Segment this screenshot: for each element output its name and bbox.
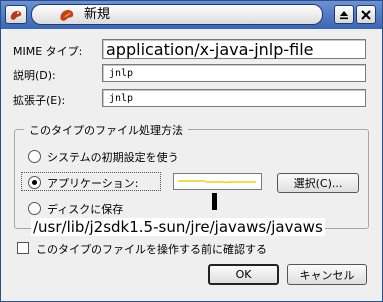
mime-type-label: MIME タイプ:: [13, 45, 83, 58]
shade-up-button[interactable]: [334, 5, 354, 24]
handling-group-title: このタイプのファイル処理方法: [24, 122, 188, 138]
extension-field[interactable]: jnlp: [102, 89, 366, 107]
option-save-label[interactable]: ディスクに保存: [47, 201, 123, 217]
shade-up-icon: [340, 10, 348, 19]
window-menu-button[interactable]: [5, 5, 27, 24]
option-default-label[interactable]: システムの初期設定を使う: [47, 149, 179, 165]
firefox-app-icon: [60, 10, 74, 21]
new-mime-type-dialog: 新規 MIME タイプ: application/x-java-jnlp-fil…: [0, 0, 383, 302]
application-path: /usr/lib/j2sdk1.5-sun/jre/javaws/javaws: [31, 218, 325, 236]
confirm-label[interactable]: このタイプのファイルを操作する前に確認する: [36, 241, 267, 257]
radio-application[interactable]: [28, 176, 41, 189]
option-application-label[interactable]: アプリケーション:: [47, 175, 139, 191]
application-preview: [173, 173, 262, 190]
app-menu-icon: [10, 10, 22, 20]
title-pill: 新規: [31, 4, 323, 25]
close-button[interactable]: [356, 5, 376, 24]
window-title: 新規: [84, 7, 111, 22]
description-field[interactable]: jnlp: [102, 64, 366, 82]
title-bar: 新規: [1, 1, 382, 29]
cancel-button[interactable]: キャンセル: [287, 264, 367, 285]
confirm-checkbox[interactable]: [17, 242, 29, 254]
preview-line: [178, 180, 256, 184]
ok-button[interactable]: OK: [208, 264, 279, 285]
close-icon: [361, 9, 371, 20]
path-pointer: [212, 193, 217, 210]
mime-type-field[interactable]: application/x-java-jnlp-file: [102, 39, 366, 59]
description-label: 説明(D):: [13, 69, 56, 82]
radio-default[interactable]: [28, 150, 41, 163]
radio-save[interactable]: [28, 202, 41, 215]
extension-label: 拡張子(E):: [13, 94, 66, 107]
select-application-button[interactable]: 選択(C)...: [277, 173, 359, 193]
